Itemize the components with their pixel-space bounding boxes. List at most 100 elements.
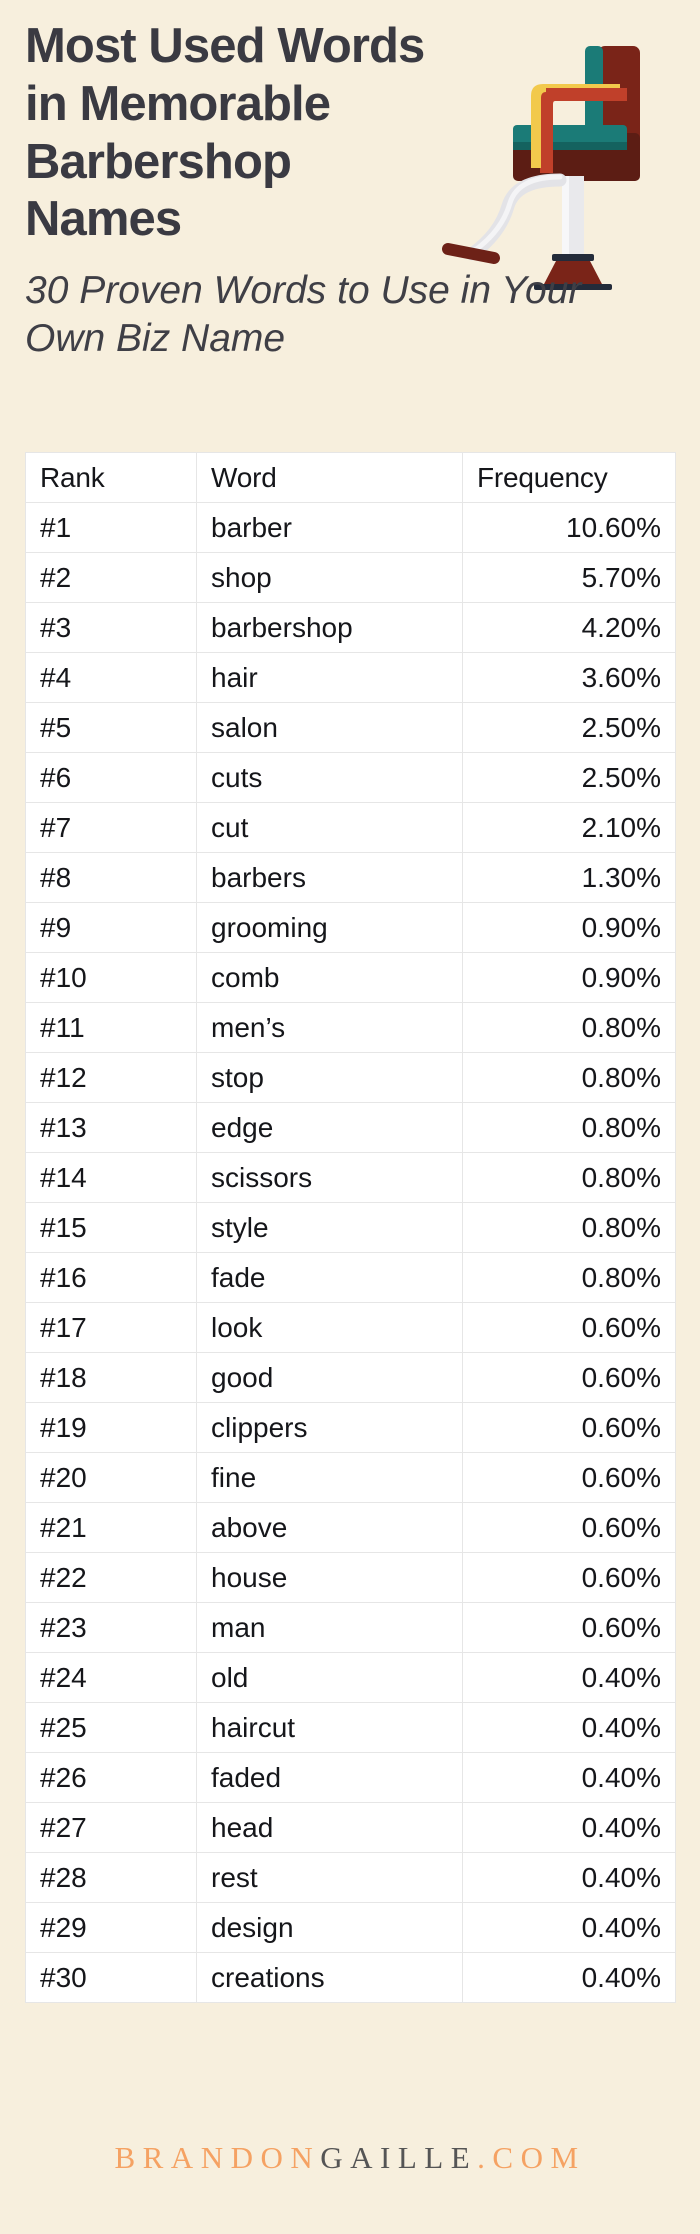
title-line-1: Most Used Words xyxy=(25,19,425,73)
cell-word: barbershop xyxy=(196,602,463,653)
cell-word: rest xyxy=(196,1852,463,1903)
cell-frequency: 2.50% xyxy=(462,702,676,753)
table-row: #2 shop 5.70% xyxy=(25,552,676,603)
table-row: #25 haircut 0.40% xyxy=(25,1702,676,1753)
table-row: #14 scissors 0.80% xyxy=(25,1152,676,1203)
cell-rank: #8 xyxy=(25,852,197,903)
cell-word: house xyxy=(196,1552,463,1603)
cell-frequency: 0.40% xyxy=(462,1802,676,1853)
title-line-2: in Memorable xyxy=(25,76,331,131)
cell-rank: #1 xyxy=(25,502,197,553)
cell-rank: #19 xyxy=(25,1402,197,1453)
page-subtitle: 30 Proven Words to Use in Your Own Biz N… xyxy=(25,269,582,360)
table-row: #21 above 0.60% xyxy=(25,1502,676,1553)
footer: BRANDONGAILLE.COM xyxy=(0,2140,700,2176)
cell-rank: #14 xyxy=(25,1152,197,1203)
cell-frequency: 2.10% xyxy=(462,802,676,853)
cell-rank: #6 xyxy=(25,752,197,803)
cell-word: old xyxy=(196,1652,463,1703)
cell-frequency: 0.60% xyxy=(462,1502,676,1553)
cell-rank: #17 xyxy=(25,1302,197,1353)
cell-word: cuts xyxy=(196,752,463,803)
column-header-frequency: Frequency xyxy=(462,452,676,503)
brand-part-tld: .COM xyxy=(477,2140,586,2175)
cell-word: edge xyxy=(196,1102,463,1153)
cell-frequency: 0.90% xyxy=(462,902,676,953)
table-row: #28 rest 0.40% xyxy=(25,1852,676,1903)
infographic-page: Most Used Words in Memorable Barbershop Nam… xyxy=(0,0,700,2234)
table-row: #1 barber 10.60% xyxy=(25,502,676,553)
cell-word: barber xyxy=(196,502,463,553)
cell-rank: #28 xyxy=(25,1852,197,1903)
barber-chair-icon xyxy=(442,38,692,293)
cell-frequency: 0.40% xyxy=(462,1952,676,2003)
table-row: #3 barbershop 4.20% xyxy=(25,602,676,653)
cell-rank: #3 xyxy=(25,602,197,653)
brand-wordmark[interactable]: BRANDONGAILLE.COM xyxy=(0,2140,700,2176)
cell-word: fine xyxy=(196,1452,463,1503)
table-head: Rank Word Frequency xyxy=(25,452,676,503)
table-row: #26 faded 0.40% xyxy=(25,1752,676,1803)
table-row: #15 style 0.80% xyxy=(25,1202,676,1253)
cell-rank: #13 xyxy=(25,1102,197,1153)
cell-frequency: 0.80% xyxy=(462,1052,676,1103)
cell-frequency: 0.80% xyxy=(462,1202,676,1253)
page-title: Most Used Words in Memorable Barbershop Nam… xyxy=(25,18,455,249)
cell-rank: #4 xyxy=(25,652,197,703)
table-row: #29 design 0.40% xyxy=(25,1902,676,1953)
table-row: #7 cut 2.10% xyxy=(25,802,676,853)
cell-frequency: 0.40% xyxy=(462,1702,676,1753)
cell-word: design xyxy=(196,1902,463,1953)
cell-word: head xyxy=(196,1802,463,1853)
cell-word: fade xyxy=(196,1252,463,1303)
table-row: #23 man 0.60% xyxy=(25,1602,676,1653)
cell-frequency: 2.50% xyxy=(462,752,676,803)
table-row: #20 fine 0.60% xyxy=(25,1452,676,1503)
table-row: #9 grooming 0.90% xyxy=(25,902,676,953)
brand-part-gaille: GAILLE xyxy=(320,2140,478,2175)
table-row: #4 hair 3.60% xyxy=(25,652,676,703)
table-row: #27 head 0.40% xyxy=(25,1802,676,1853)
cell-word: shop xyxy=(196,552,463,603)
cell-word: haircut xyxy=(196,1702,463,1753)
cell-word: clippers xyxy=(196,1402,463,1453)
cell-rank: #24 xyxy=(25,1652,197,1703)
cell-word: creations xyxy=(196,1952,463,2003)
cell-word: men’s xyxy=(196,1002,463,1053)
frequency-table: Rank Word Frequency #1 barber 10.60% #2 shop… xyxy=(25,452,676,2003)
cell-frequency: 0.40% xyxy=(462,1652,676,1703)
cell-rank: #15 xyxy=(25,1202,197,1253)
table-row: #19 clippers 0.60% xyxy=(25,1402,676,1453)
cell-rank: #27 xyxy=(25,1802,197,1853)
cell-frequency: 3.60% xyxy=(462,652,676,703)
cell-word: faded xyxy=(196,1752,463,1803)
cell-word: barbers xyxy=(196,852,463,903)
cell-frequency: 0.80% xyxy=(462,1102,676,1153)
cell-rank: #18 xyxy=(25,1352,197,1403)
cell-word: grooming xyxy=(196,902,463,953)
table-row: #22 house 0.60% xyxy=(25,1552,676,1603)
table-row: #10 comb 0.90% xyxy=(25,952,676,1003)
cell-rank: #11 xyxy=(25,1002,197,1053)
cell-frequency: 0.60% xyxy=(462,1352,676,1403)
table-row: #13 edge 0.80% xyxy=(25,1102,676,1153)
table-row: #8 barbers 1.30% xyxy=(25,852,676,903)
column-header-rank: Rank xyxy=(25,452,197,503)
table-row: #11 men’s 0.80% xyxy=(25,1002,676,1053)
table-row: #18 good 0.60% xyxy=(25,1352,676,1403)
cell-rank: #10 xyxy=(25,952,197,1003)
frequency-table-container: Rank Word Frequency #1 barber 10.60% #2 shop… xyxy=(25,452,676,2003)
cell-word: hair xyxy=(196,652,463,703)
cell-frequency: 0.80% xyxy=(462,1002,676,1053)
cell-rank: #26 xyxy=(25,1752,197,1803)
table-row: #30 creations 0.40% xyxy=(25,1952,676,2003)
cell-rank: #23 xyxy=(25,1602,197,1653)
cell-word: good xyxy=(196,1352,463,1403)
cell-rank: #25 xyxy=(25,1702,197,1753)
cell-word: look xyxy=(196,1302,463,1353)
cell-frequency: 0.40% xyxy=(462,1902,676,1953)
table-row: #5 salon 2.50% xyxy=(25,702,676,753)
table-row: #24 old 0.40% xyxy=(25,1652,676,1703)
cell-word: stop xyxy=(196,1052,463,1103)
brand-part-brandon: BRANDON xyxy=(114,2140,321,2175)
